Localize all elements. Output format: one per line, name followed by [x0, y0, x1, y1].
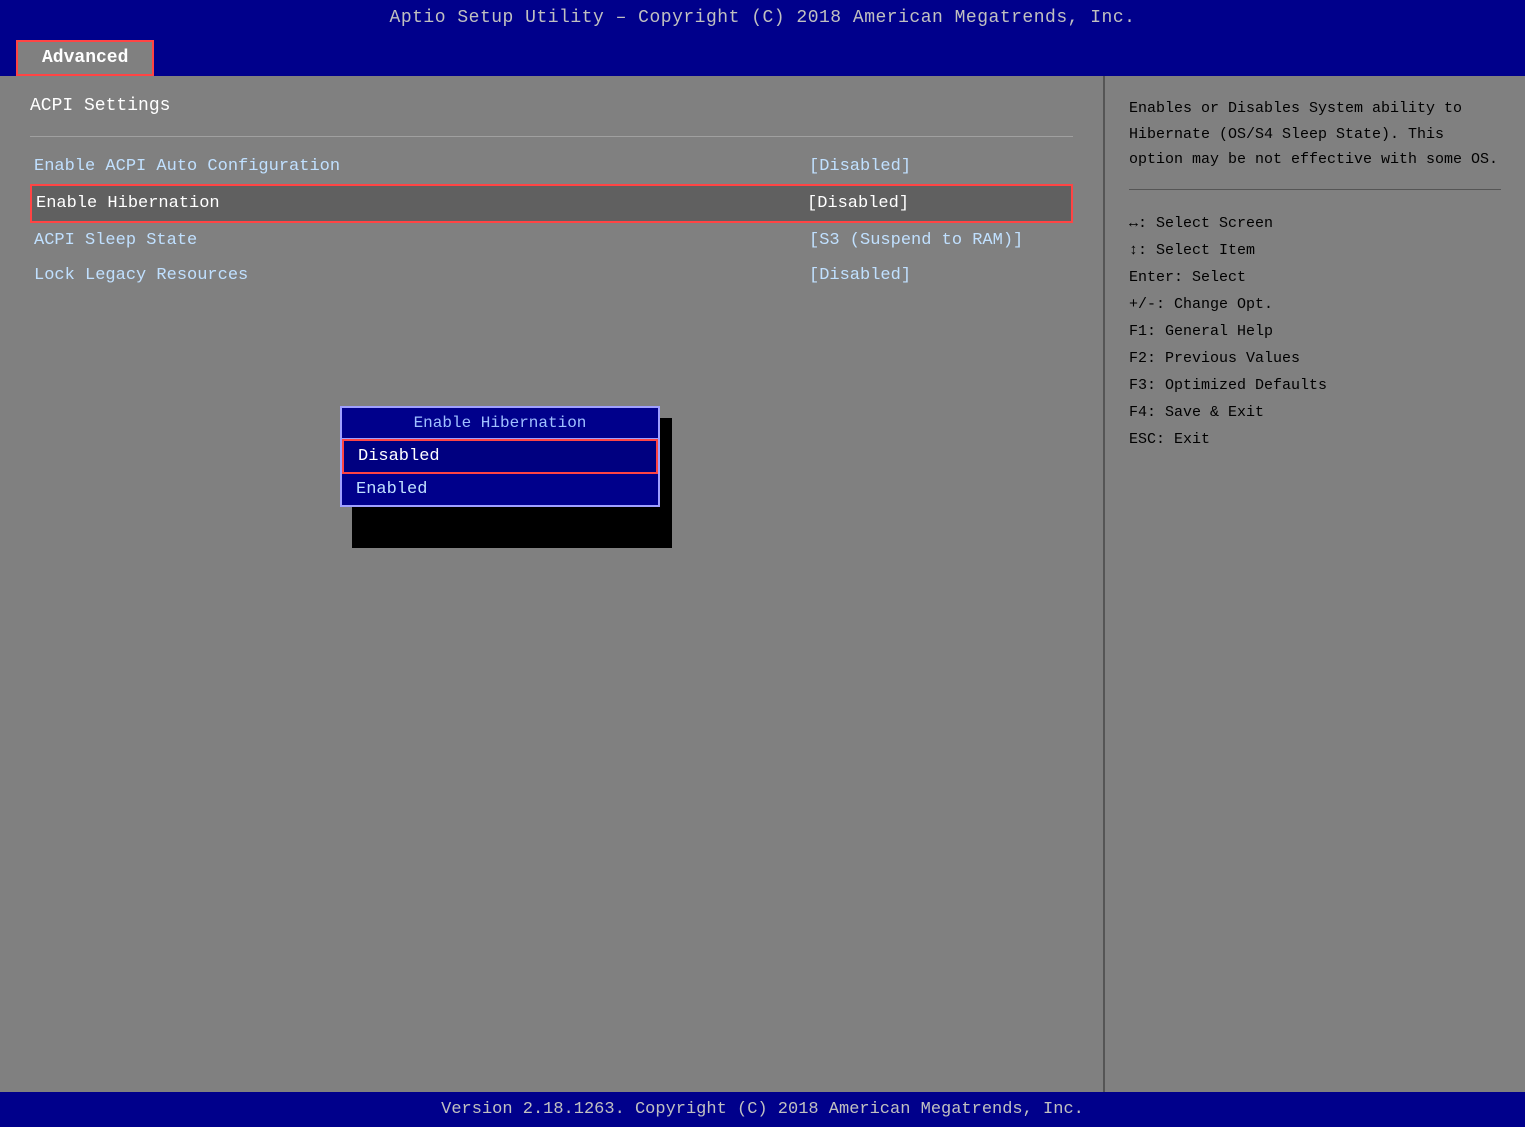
version-text: Version 2.18.1263. Copyright (C) 2018 Am… [441, 1100, 1084, 1119]
advanced-tab[interactable]: Advanced [16, 40, 154, 76]
setting-label: Enable Hibernation [36, 194, 807, 213]
section-title: ACPI Settings [30, 96, 1073, 116]
table-row[interactable]: Enable ACPI Auto Configuration [Disabled… [30, 149, 1073, 184]
main-area: ACPI Settings Enable ACPI Auto Configura… [0, 76, 1525, 1092]
setting-label: Lock Legacy Resources [34, 266, 809, 285]
key-select-screen: ↔: Select Screen [1129, 210, 1501, 237]
key-help: ↔: Select Screen ↕: Select Item Enter: S… [1129, 210, 1501, 453]
setting-value: [Disabled] [809, 266, 1069, 285]
right-panel: Enables or Disables System ability to Hi… [1105, 76, 1525, 1092]
key-f2: F2: Previous Values [1129, 345, 1501, 372]
popup-option-disabled[interactable]: Disabled [342, 439, 658, 474]
popup-overlay: Enable Hibernation Disabled Enabled [340, 406, 660, 507]
table-row-highlighted[interactable]: Enable Hibernation [Disabled] [30, 184, 1073, 223]
menu-bar: Advanced [0, 36, 1525, 76]
key-f4: F4: Save & Exit [1129, 399, 1501, 426]
bottom-bar: Version 2.18.1263. Copyright (C) 2018 Am… [0, 1092, 1525, 1127]
key-f1: F1: General Help [1129, 318, 1501, 345]
help-text: Enables or Disables System ability to Hi… [1129, 96, 1501, 173]
key-select-item: ↕: Select Item [1129, 237, 1501, 264]
table-row[interactable]: ACPI Sleep State [S3 (Suspend to RAM)] [30, 223, 1073, 258]
setting-value: [Disabled] [809, 157, 1069, 176]
bios-screen: Aptio Setup Utility – Copyright (C) 2018… [0, 0, 1525, 1127]
setting-label: ACPI Sleep State [34, 231, 809, 250]
left-panel: ACPI Settings Enable ACPI Auto Configura… [0, 76, 1105, 1092]
key-esc: ESC: Exit [1129, 426, 1501, 453]
title-bar: Aptio Setup Utility – Copyright (C) 2018… [0, 0, 1525, 36]
right-divider [1129, 189, 1501, 190]
popup-title: Enable Hibernation [342, 408, 658, 439]
divider [30, 136, 1073, 137]
popup-box: Enable Hibernation Disabled Enabled [340, 406, 660, 507]
key-f3: F3: Optimized Defaults [1129, 372, 1501, 399]
setting-value: [S3 (Suspend to RAM)] [809, 231, 1069, 250]
key-change-opt: +/-: Change Opt. [1129, 291, 1501, 318]
title-text: Aptio Setup Utility – Copyright (C) 2018… [390, 8, 1136, 28]
setting-value: [Disabled] [807, 194, 1067, 213]
key-enter-select: Enter: Select [1129, 264, 1501, 291]
popup-option-enabled[interactable]: Enabled [342, 474, 658, 505]
table-row[interactable]: Lock Legacy Resources [Disabled] [30, 258, 1073, 293]
setting-label: Enable ACPI Auto Configuration [34, 157, 809, 176]
